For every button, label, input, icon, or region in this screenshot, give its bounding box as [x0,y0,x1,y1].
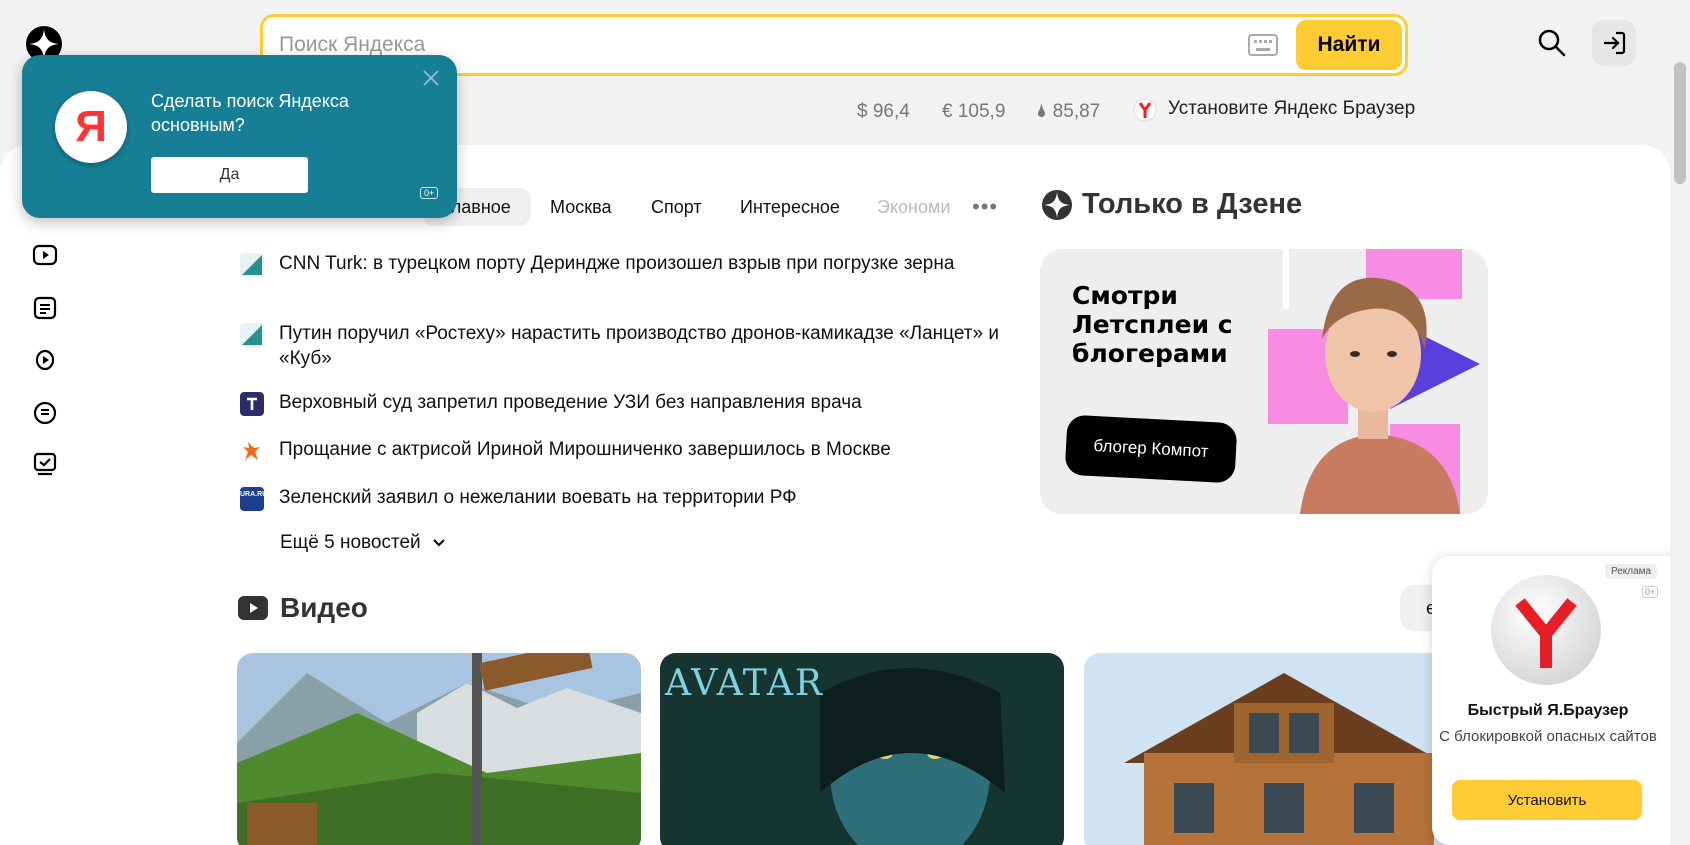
yandex-logo-letter: Я [75,102,107,151]
news-text[interactable]: CNN Turk: в турецком порту Дериндже прои… [279,251,1009,276]
more-dots-icon[interactable]: ••• [972,194,998,220]
mountain-village-image [237,653,641,845]
article-icon[interactable] [32,295,58,321]
install-browser-link[interactable]: Установите Яндекс Браузер [1168,98,1415,120]
login-icon [1603,31,1626,55]
yandex-logo-icon: Я [55,91,127,163]
yandex-browser-mini-icon [1133,98,1157,122]
keyboard-icon[interactable] [1248,32,1278,58]
default-search-popup: Я Сделать поиск Яндекса основным? Да 0+ [22,55,457,218]
browser-ad-card[interactable]: Реклама 0+ Быстрый Я.Браузер С блокировк… [1432,556,1690,845]
more-news-label: Ещё 5 новостей [280,532,421,553]
news-text[interactable]: Верховный суд запретил проведение УЗИ бе… [279,390,1009,415]
ad-label: Реклама [1605,564,1658,579]
scrollbar-thumb[interactable] [1674,62,1686,184]
ad-subtitle: С блокировкой опасных сайтов [1439,728,1657,745]
install-button[interactable]: Установить [1452,780,1642,820]
news-text[interactable]: Путин поручил «Ростеху» нарастить произв… [279,321,1009,371]
wooden-house-image [1084,653,1488,845]
blogger-label: блогер Компот [1093,436,1210,462]
svg-text:AVATAR: AVATAR [664,663,824,704]
yandex-browser-icon [1491,575,1601,685]
video-thumbnail-avatar[interactable]: AVATAR [660,653,1064,845]
tv-check-icon[interactable] [32,451,58,477]
ria-source-icon [243,442,260,460]
blogger-pill: блогер Компот [1064,414,1238,484]
tab-interesting[interactable]: Интересное [740,188,840,226]
video-thumbnail-mountains[interactable] [237,653,641,845]
chevron-down-icon [433,539,445,547]
oil-rate[interactable]: 🌢 85,87 [1036,101,1100,123]
video-section-icon [238,596,268,620]
popup-text: Сделать поиск Яндекса основным? [151,91,349,135]
ura-ru-icon: URA.RU [240,487,268,511]
usd-rate[interactable]: $ 96,4 [857,101,910,123]
tab-economy[interactable]: Экономи [877,188,950,226]
more-news-link[interactable]: Ещё 5 новостей [280,532,446,554]
search-submit-button[interactable]: Найти [1296,20,1402,70]
games-icon[interactable] [32,400,58,426]
source-triangle-icon [240,323,264,347]
close-icon[interactable] [420,67,442,89]
video-section-title[interactable]: Видео [280,592,368,624]
dzen-promo-text: Смотри Летсплеи с блогерами [1072,281,1233,368]
ura-ru-label: URA.RU [240,491,268,498]
page-scrollbar[interactable] [1670,0,1690,845]
video-play-icon[interactable] [32,242,58,268]
age-badge: 0+ [420,187,439,199]
ad-title: Быстрый Я.Браузер [1467,702,1629,719]
video-thumbnail-house[interactable] [1084,653,1488,845]
tab-sport[interactable]: Спорт [651,188,702,226]
cnn-turk-icon [240,253,264,277]
dzen-logo-icon [1042,190,1072,220]
ad-age-badge: 0+ [1642,586,1659,598]
search-icon[interactable] [1537,28,1567,58]
news-text[interactable]: Зеленский заявил о нежелании воевать на … [279,485,1009,510]
news-text[interactable]: Прощание с актрисой Ириной Мирошниченко … [279,437,1009,462]
tab-moscow[interactable]: Москва [550,188,611,226]
eur-rate[interactable]: € 105,9 [942,101,1005,123]
login-button[interactable] [1592,20,1636,66]
avatar-movie-image: AVATAR [660,653,1064,845]
clip-play-icon[interactable] [32,347,58,373]
t-source-icon [240,392,264,416]
dzen-promo-card[interactable]: Смотри Летсплеи с блогерами блогер Компо… [1040,249,1488,514]
popup-yes-button[interactable]: Да [151,157,308,193]
dzen-section-title[interactable]: Только в Дзене [1082,188,1302,221]
